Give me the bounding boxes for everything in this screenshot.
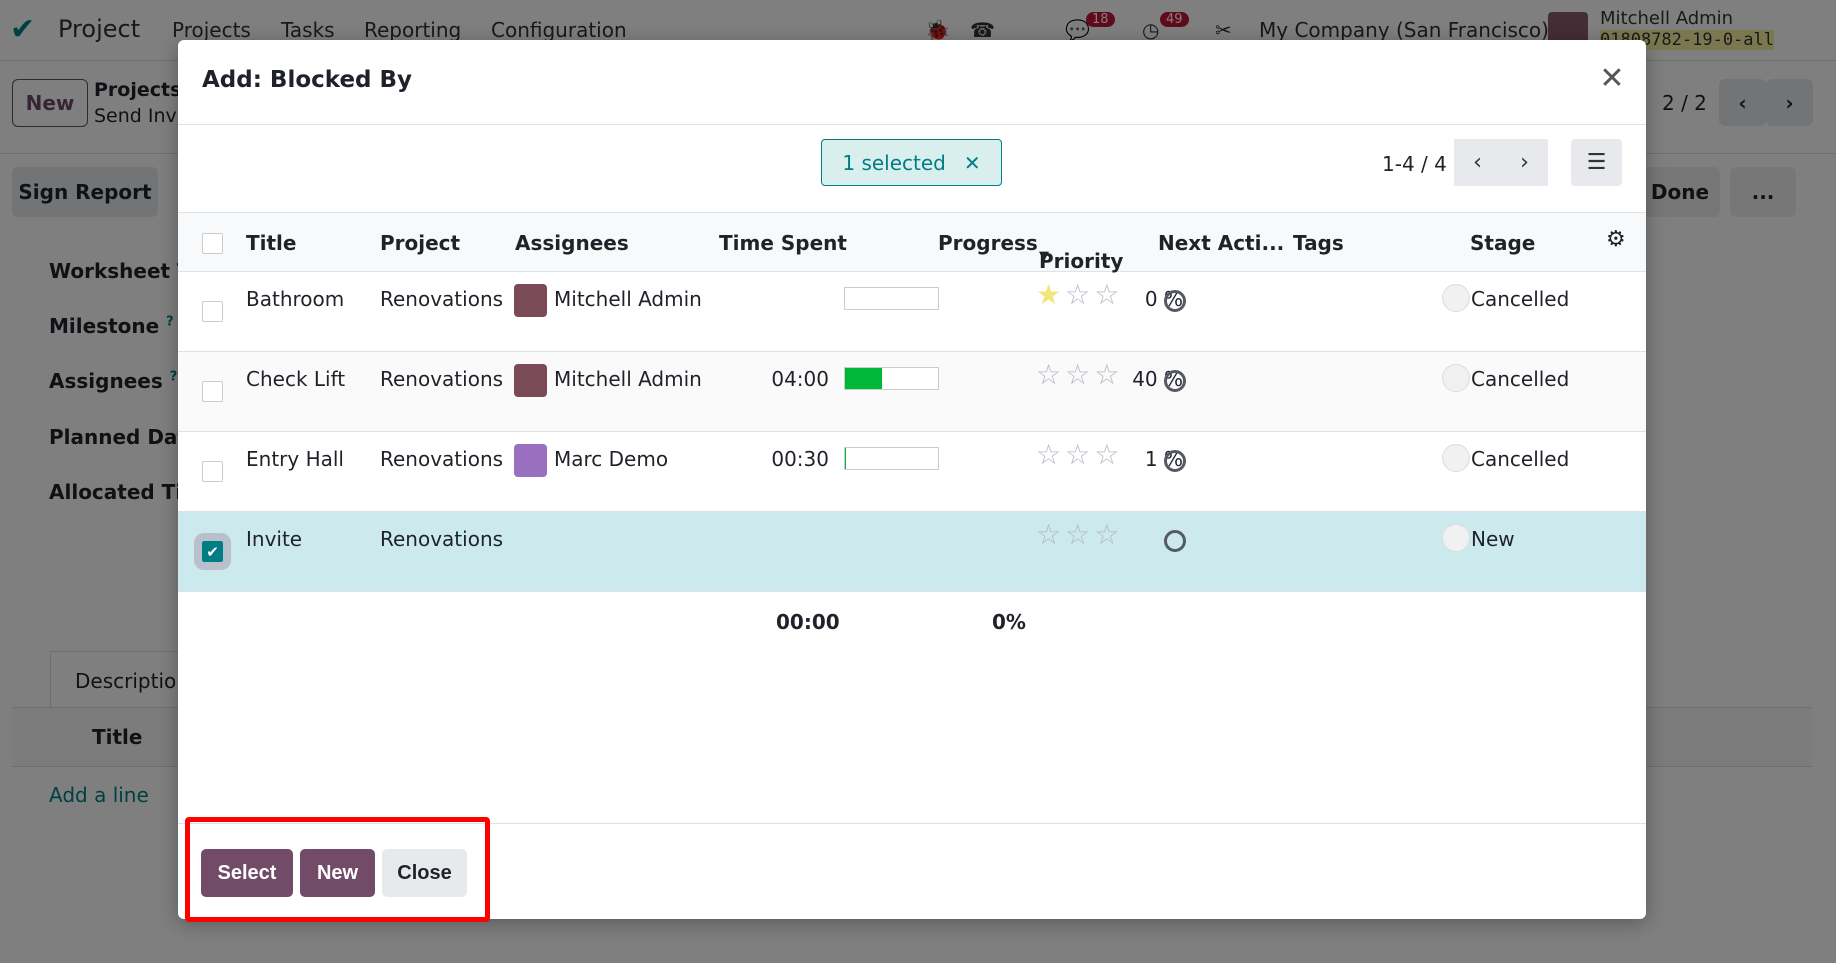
clock-icon[interactable] <box>1164 290 1186 312</box>
priority-stars[interactable]: ☆ ☆ ☆ <box>1036 438 1123 471</box>
col-next-activity[interactable]: Next Acti... <box>1158 231 1284 255</box>
task-title: Invite <box>246 527 303 551</box>
stage-label: New <box>1471 527 1515 551</box>
star-icon[interactable]: ☆ <box>1036 438 1061 471</box>
selected-count: 1 selected <box>842 150 946 175</box>
progress-bar <box>844 367 939 390</box>
close-icon[interactable]: ✕ <box>1596 64 1628 96</box>
star-icon[interactable]: ☆ <box>1036 518 1061 551</box>
task-project: Renovations <box>380 367 504 391</box>
task-project: Renovations <box>380 527 504 551</box>
star-icon[interactable]: ☆ <box>1065 358 1090 391</box>
star-icon[interactable]: ☆ <box>1094 278 1119 311</box>
table-header: Title Project Assignees Time Spent Progr… <box>178 212 1646 273</box>
assignee-name: Marc Demo <box>554 447 669 471</box>
task-project: Renovations <box>380 447 504 471</box>
pager-next-button[interactable]: › <box>1501 139 1548 186</box>
star-icon[interactable]: ☆ <box>1065 438 1090 471</box>
task-title: Check Lift <box>246 367 346 391</box>
star-icon[interactable]: ★ <box>1036 278 1061 311</box>
list-pager[interactable]: 1-4 / 4 <box>1382 152 1447 176</box>
table-row[interactable]: Entry Hall Renovations Marc Demo 00:30 1 … <box>178 432 1646 512</box>
selection-badge: 1 selected ✕ <box>821 139 1002 186</box>
clock-icon[interactable] <box>1164 370 1186 392</box>
col-progress[interactable]: Progress <box>938 231 1038 255</box>
stage-state-icon[interactable] <box>1442 444 1470 472</box>
star-icon[interactable]: ☆ <box>1065 518 1090 551</box>
stage-state-icon[interactable] <box>1442 284 1470 312</box>
star-icon[interactable]: ☆ <box>1094 358 1119 391</box>
optional-columns-icon[interactable]: ⚙ <box>1606 227 1626 252</box>
col-title[interactable]: Title <box>246 231 296 255</box>
priority-stars[interactable]: ★ ☆ ☆ <box>1036 278 1123 311</box>
total-time-spent: 00:00 <box>776 610 840 634</box>
task-title: Bathroom <box>246 287 345 311</box>
row-checkbox[interactable] <box>202 301 223 322</box>
task-list-table: Title Project Assignees Time Spent Progr… <box>178 212 1646 592</box>
task-project: Renovations <box>380 287 504 311</box>
time-spent: 04:00 <box>771 367 829 391</box>
col-stage[interactable]: Stage <box>1470 231 1535 255</box>
task-title: Entry Hall <box>246 447 344 471</box>
clock-icon[interactable] <box>1164 450 1186 472</box>
star-icon[interactable]: ☆ <box>1036 358 1061 391</box>
sort-desc-icon: ▼ <box>1039 249 1049 264</box>
priority-stars[interactable]: ☆ ☆ ☆ <box>1036 518 1123 551</box>
assignee-avatar <box>514 444 547 477</box>
highlight-box <box>185 817 490 922</box>
assignee-name: Mitchell Admin <box>554 367 702 391</box>
progress-fill <box>845 368 883 389</box>
stage-state-icon[interactable] <box>1442 524 1470 552</box>
star-icon[interactable]: ☆ <box>1065 278 1090 311</box>
filter-settings-button[interactable]: ☰ <box>1571 139 1622 186</box>
time-spent: 00:30 <box>771 447 829 471</box>
col-tags[interactable]: Tags <box>1293 231 1344 255</box>
row-checkbox[interactable] <box>202 461 223 482</box>
star-icon[interactable]: ☆ <box>1094 518 1119 551</box>
pager-prev-button[interactable]: ‹ <box>1454 139 1501 186</box>
add-blocked-by-dialog: Add: Blocked By ✕ 1 selected ✕ 1-4 / 4 ‹… <box>178 40 1646 919</box>
dialog-title: Add: Blocked By <box>202 67 413 93</box>
priority-stars[interactable]: ☆ ☆ ☆ <box>1036 358 1123 391</box>
stage-label: Cancelled <box>1471 287 1570 311</box>
progress-fill <box>845 448 846 469</box>
row-checkbox[interactable] <box>202 381 223 402</box>
dialog-header: Add: Blocked By ✕ <box>178 40 1646 125</box>
table-body: Bathroom Renovations Mitchell Admin 0 % ★… <box>178 272 1646 592</box>
stage-state-icon[interactable] <box>1442 364 1470 392</box>
label: Priority <box>1039 249 1124 273</box>
col-assignees[interactable]: Assignees <box>515 231 629 255</box>
select-all-checkbox[interactable] <box>202 233 223 254</box>
col-project[interactable]: Project <box>380 231 460 255</box>
stage-label: Cancelled <box>1471 367 1570 391</box>
progress-bar <box>844 447 939 470</box>
stage-label: Cancelled <box>1471 447 1570 471</box>
clear-selection-icon[interactable]: ✕ <box>964 151 981 175</box>
row-checkbox[interactable]: ✔ <box>194 533 231 570</box>
table-row[interactable]: Check Lift Renovations Mitchell Admin 04:… <box>178 352 1646 432</box>
clock-icon[interactable] <box>1164 530 1186 552</box>
assignee-avatar <box>514 284 547 317</box>
col-time-spent[interactable]: Time Spent <box>719 231 847 255</box>
table-row[interactable]: ✔ Invite Renovations ☆ ☆ ☆ New <box>178 512 1646 592</box>
assignee-name: Mitchell Admin <box>554 287 702 311</box>
total-progress: 0% <box>992 610 1026 634</box>
assignee-avatar <box>514 364 547 397</box>
star-icon[interactable]: ☆ <box>1094 438 1119 471</box>
table-row[interactable]: Bathroom Renovations Mitchell Admin 0 % ★… <box>178 272 1646 352</box>
progress-bar <box>844 287 939 310</box>
